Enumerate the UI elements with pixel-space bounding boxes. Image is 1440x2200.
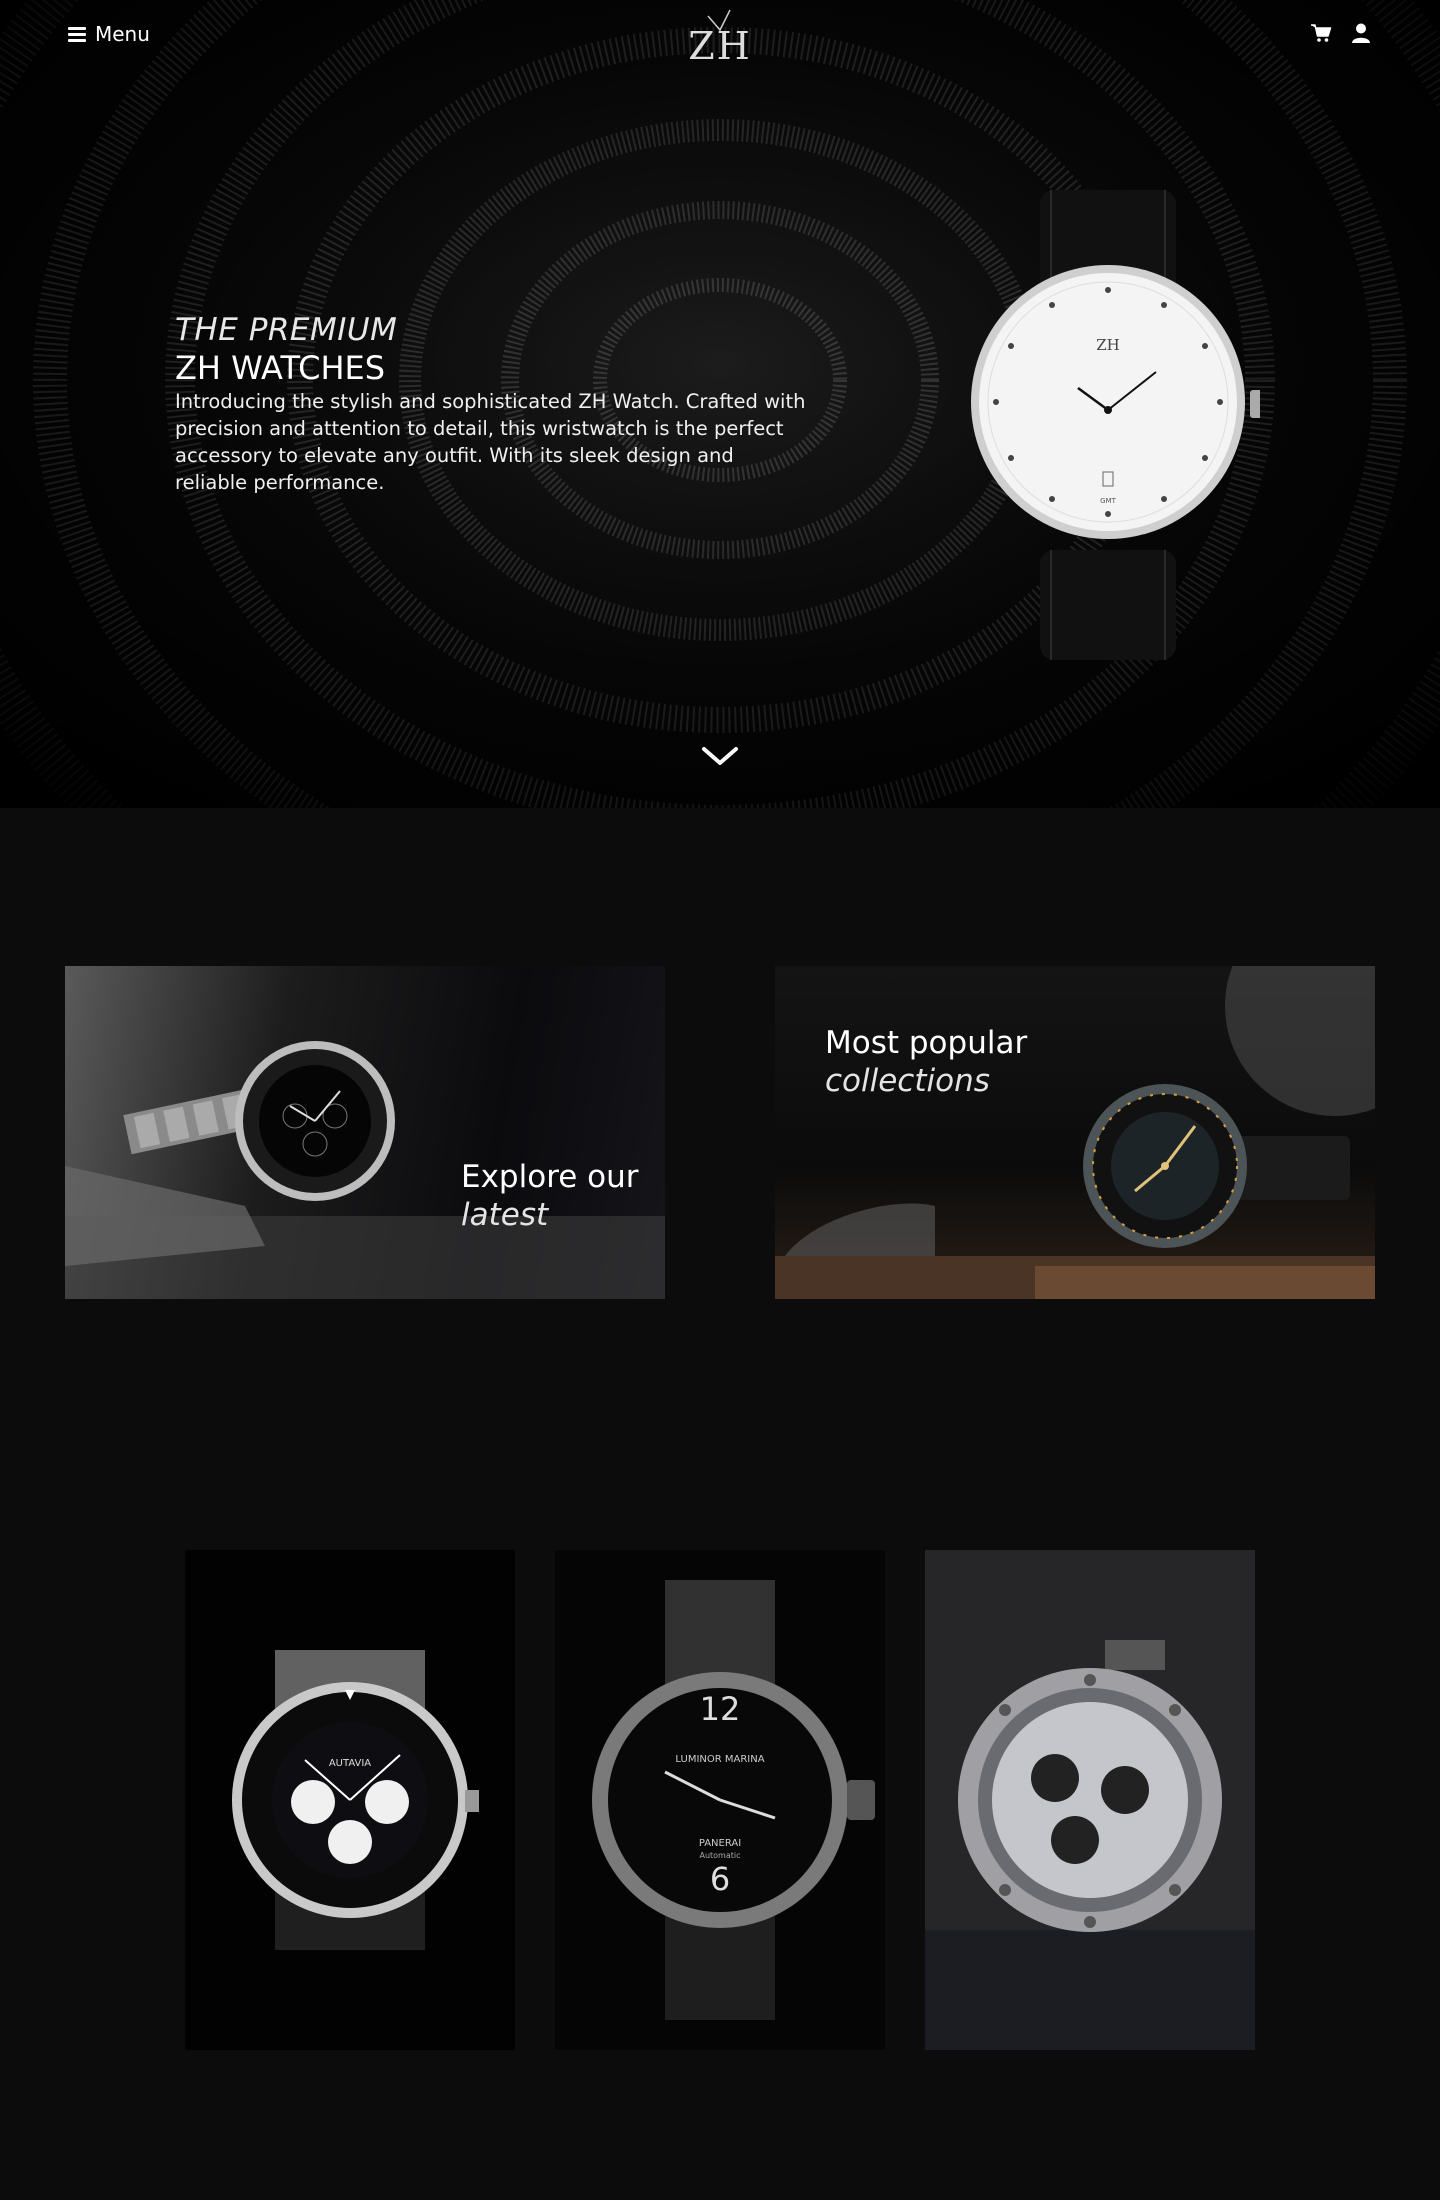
explore-card-subheading: latest <box>461 1197 549 1233</box>
brand-logo[interactable]: ZH <box>680 6 760 68</box>
user-icon[interactable] <box>1350 22 1372 44</box>
chronograph-watch-image <box>925 1640 1255 2050</box>
header-actions <box>1310 22 1372 44</box>
gallery-tile-chronograph[interactable] <box>925 1550 1255 2050</box>
tag-heuer-dial-text: AUTAVIA <box>329 1758 371 1769</box>
hero-watch-image: ZH GMT <box>971 190 1260 660</box>
explore-card-title: Explore our latest <box>461 1158 639 1234</box>
popular-collections-card[interactable]: Most popular collections <box>775 966 1375 1299</box>
hero-title: ZH WATCHES <box>175 349 386 387</box>
gallery-tile-panerai[interactable]: 12 6 LUMINOR MARINA PANERAI Automatic <box>555 1550 885 2050</box>
panerai-watch-image: 12 6 LUMINOR MARINA PANERAI Automatic <box>592 1580 875 2020</box>
gallery-tile-tag-heuer[interactable]: AUTAVIA <box>185 1550 515 2050</box>
explore-latest-card[interactable]: Explore our latest <box>65 966 665 1299</box>
hero-section: Menu ZH THE PREMIUM ZH WATCHES Introduci… <box>0 0 1440 808</box>
menu-button[interactable]: Menu <box>68 22 150 46</box>
svg-text:GMT: GMT <box>1100 497 1116 505</box>
panerai-sub-text: Automatic <box>699 1851 740 1860</box>
menu-label: Menu <box>95 22 150 46</box>
hero-description: Introducing the stylish and sophisticate… <box>175 390 806 494</box>
hero-text-block: THE PREMIUM ZH WATCHES Introducing the s… <box>175 312 815 496</box>
explore-card-heading: Explore our <box>461 1159 639 1195</box>
svg-text:6: 6 <box>710 1860 730 1898</box>
logo-text: ZH <box>688 24 752 68</box>
popular-card-subheading: collections <box>825 1063 990 1099</box>
tag-heuer-watch-image: AUTAVIA <box>232 1650 479 1950</box>
hero-pre-title: THE PREMIUM <box>175 312 398 348</box>
chevron-down-icon[interactable] <box>700 744 740 768</box>
cart-icon[interactable] <box>1310 22 1332 44</box>
popular-card-heading: Most popular <box>825 1025 1028 1061</box>
hamburger-icon <box>68 27 86 42</box>
panerai-brand-text: PANERAI <box>699 1838 741 1849</box>
svg-text:12: 12 <box>700 1690 741 1728</box>
svg-text:ZH: ZH <box>1096 336 1120 354</box>
panerai-dial-text: LUMINOR MARINA <box>675 1754 764 1765</box>
popular-card-watch-image <box>775 966 1375 1299</box>
explore-card-watch-image <box>65 1041 665 1299</box>
popular-card-title: Most popular collections <box>825 1024 1027 1100</box>
